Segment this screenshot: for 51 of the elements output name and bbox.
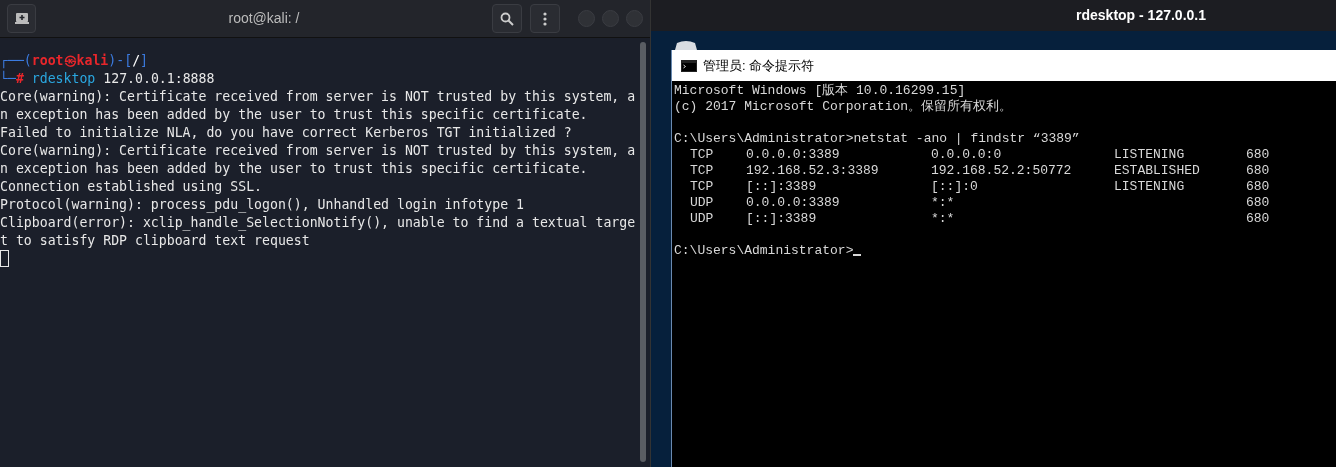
output-line: n exception has been added by the user to trust this specific certificate. xyxy=(0,106,589,124)
window-title: root@kali: / xyxy=(228,9,300,28)
window-title: rdesktop - 127.0.0.1 xyxy=(1076,6,1206,25)
cursor xyxy=(853,254,862,256)
local-address-cell-text: 0.0.0.0:3389 xyxy=(746,147,841,163)
local-address-cell-text: [::]:3389 xyxy=(746,211,818,227)
console-line: C:\Users\Administrator>netstat -ano | findstr “3389” xyxy=(674,131,1081,147)
state-cell: ESTABLISHED xyxy=(1114,163,1200,178)
output-line: n exception has been added by the user to trust this specific certificate. xyxy=(0,160,589,178)
menu-button[interactable] xyxy=(530,4,560,33)
foreign-address-cell-text: *:* xyxy=(931,195,956,211)
local-address-cell-text: 0.0.0.0:3389 xyxy=(746,195,841,211)
command-line: └─# rdesktop 127.0.0.1:8888 xyxy=(0,70,216,88)
console-line: (c) 2017 Microsoft Corporation。保留所有权利。 xyxy=(674,99,1014,115)
protocol-cell-text: TCP xyxy=(690,147,715,163)
pid-cell: 680 xyxy=(1246,211,1270,227)
search-button[interactable] xyxy=(492,4,522,33)
scrollbar[interactable] xyxy=(640,42,646,462)
new-tab-button[interactable] xyxy=(7,4,36,33)
pid-cell: 680 xyxy=(1246,179,1270,195)
menu-icon xyxy=(543,11,547,26)
state-cell: LISTENING xyxy=(1114,147,1185,162)
protocol-cell-text: UDP xyxy=(690,211,715,227)
output-line: Core(warning): Certificate received from server is NOT trusted by this system, a xyxy=(0,88,637,106)
new-tab-icon xyxy=(14,12,29,25)
local-address-cell-text: [::]:3389 xyxy=(746,179,818,195)
output-line: t to satisfy RDP clipboard text request xyxy=(0,232,311,250)
protocol-cell-text: UDP xyxy=(690,195,715,211)
prompt-line: ┌──(root㉿kali)-[/] xyxy=(0,52,150,70)
protocol-cell-text: TCP xyxy=(690,163,715,179)
output-line: Connection established using SSL. xyxy=(0,178,263,196)
console-line: Microsoft Windows [版本 10.0.16299.15] xyxy=(674,83,967,99)
output-line: Clipboard(error): xclip_handle_SelectionNotify(), unable to find a textual targe xyxy=(0,214,637,232)
foreign-address-cell-text: *:* xyxy=(931,211,956,227)
state-cell: LISTENING xyxy=(1114,179,1185,194)
output-line: Protocol(warning): process_pdu_logon(), Unhandled login infotype 1 xyxy=(0,196,525,214)
search-icon xyxy=(500,11,514,26)
cmd-title: 管理员: 命令提示符 xyxy=(703,56,815,75)
output-line: Core(warning): Certificate received from server is NOT trusted by this system, a xyxy=(0,142,637,160)
foreign-address-cell-text: 192.168.52.2:50772 xyxy=(931,163,1073,179)
foreign-address-cell-text: [::]:0 xyxy=(931,179,979,195)
console-prompt: C:\Users\Administrator> xyxy=(674,243,854,259)
output-line: Failed to initialize NLA, do you have correct Kerberos TGT initialized ? xyxy=(0,124,573,142)
cursor xyxy=(0,250,9,267)
protocol-cell-text: TCP xyxy=(690,179,715,195)
foreign-address-cell-text: 0.0.0.0:0 xyxy=(931,147,1003,163)
pid-cell: 680 xyxy=(1246,163,1270,179)
pid-cell: 680 xyxy=(1246,147,1270,163)
console-icon xyxy=(681,59,697,72)
local-address-cell-text: 192.168.52.3:3389 xyxy=(746,163,880,179)
pid-cell: 680 xyxy=(1246,195,1270,211)
